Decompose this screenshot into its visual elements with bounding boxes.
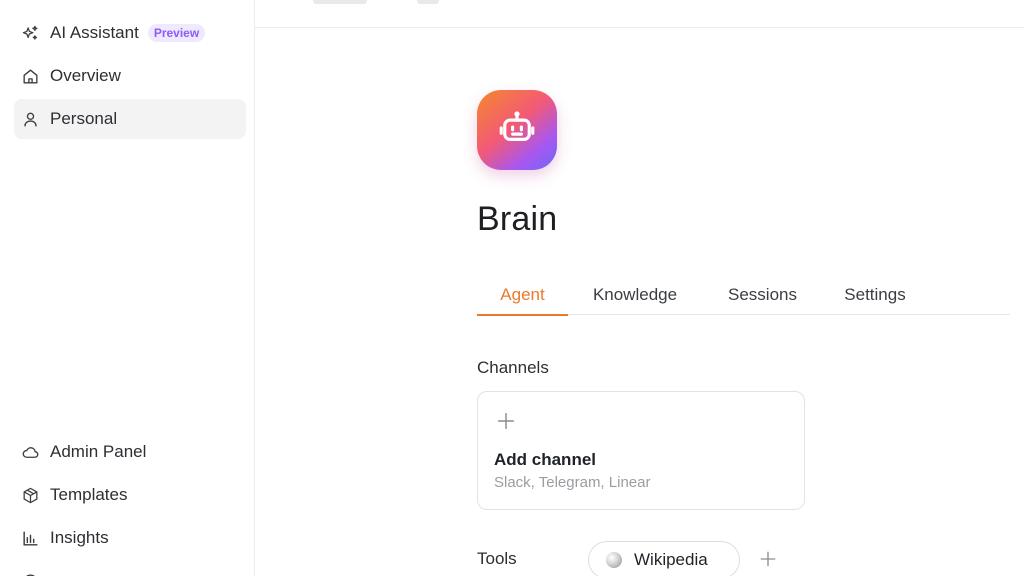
sidebar-item-label: Overview: [50, 66, 121, 85]
top-bar: [255, 0, 1024, 28]
sidebar: AI Assistant Preview Overview Personal A…: [0, 0, 255, 576]
preview-badge: Preview: [147, 24, 206, 42]
sidebar-item-label: Insights: [50, 528, 109, 547]
tab-knowledge[interactable]: Knowledge: [580, 275, 690, 315]
home-icon: [20, 66, 40, 86]
sidebar-item-templates[interactable]: Templates: [14, 475, 246, 515]
add-tool-button[interactable]: [758, 549, 778, 569]
top-bar-cropped-item: [417, 0, 439, 4]
tab-settings[interactable]: Settings: [832, 275, 918, 315]
agent-avatar[interactable]: [477, 90, 557, 170]
help-circle-icon: [20, 571, 40, 576]
wikipedia-icon: [606, 552, 622, 568]
add-channel-subtitle: Slack, Telegram, Linear: [494, 474, 651, 491]
sidebar-item-overview[interactable]: Overview: [14, 56, 246, 96]
cloud-icon: [20, 442, 40, 462]
page-title: Brain: [477, 200, 558, 238]
sparkles-icon: [20, 23, 40, 43]
bar-chart-icon: [20, 528, 40, 548]
sidebar-item-label: Personal: [50, 109, 118, 128]
top-bar-cropped-item: [313, 0, 367, 4]
sidebar-item-insights[interactable]: Insights: [14, 518, 246, 558]
tab-bar: Agent Knowledge Sessions Settings: [477, 275, 1010, 316]
tool-label: Wikipedia: [634, 550, 708, 569]
sidebar-item-ai-assistant[interactable]: AI Assistant Preview: [14, 13, 246, 53]
plus-icon: [760, 551, 776, 567]
tab-agent[interactable]: Agent: [477, 275, 568, 316]
add-channel-title: Add channel: [494, 450, 597, 469]
sidebar-item-label: Admin Panel: [50, 442, 147, 461]
robot-icon: [496, 107, 538, 154]
add-channel-card[interactable]: Add channel Slack, Telegram, Linear: [477, 391, 805, 510]
user-icon: [20, 109, 40, 129]
sidebar-item-cutoff[interactable]: [14, 561, 246, 576]
sidebar-item-label: Templates: [50, 485, 128, 504]
sidebar-item-personal[interactable]: Personal: [14, 99, 246, 139]
plus-icon: [495, 410, 517, 432]
tab-sessions[interactable]: Sessions: [715, 275, 810, 315]
tools-heading: Tools: [477, 549, 517, 568]
channels-heading: Channels: [477, 358, 549, 377]
package-icon: [20, 485, 40, 505]
sidebar-item-label: AI Assistant: [50, 23, 139, 42]
tool-wikipedia[interactable]: Wikipedia: [588, 541, 740, 576]
sidebar-item-admin-panel[interactable]: Admin Panel: [14, 432, 246, 472]
